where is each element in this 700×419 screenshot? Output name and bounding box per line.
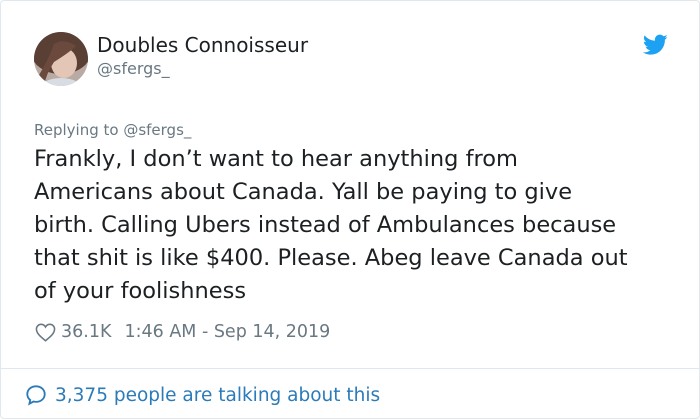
speech-bubble-icon xyxy=(26,385,46,406)
replying-to[interactable]: Replying to @sfergs_ xyxy=(34,119,191,141)
divider xyxy=(1,368,699,369)
tweet-meta: 36.1K 1:46 AM - Sep 14, 2019 xyxy=(35,319,330,345)
author-handle[interactable]: @sfergs_ xyxy=(97,59,170,79)
avatar[interactable] xyxy=(34,32,88,86)
like-count[interactable]: 36.1K xyxy=(61,322,111,342)
tweet-text: Frankly, I don’t want to hear anything f… xyxy=(34,146,628,304)
talking-about-label[interactable]: 3,375 people are talking about this xyxy=(55,385,380,406)
heart-icon[interactable] xyxy=(35,323,56,342)
tweet-timestamp[interactable]: 1:46 AM - Sep 14, 2019 xyxy=(124,322,330,342)
talking-about-link[interactable]: 3,375 people are talking about this xyxy=(25,381,380,409)
avatar-photo-icon xyxy=(34,32,88,86)
author-display-name[interactable]: Doubles Connoisseur xyxy=(97,32,308,58)
twitter-bird-icon[interactable] xyxy=(643,34,668,56)
tweet-card: Doubles Connoisseur @sfergs_ Replying to… xyxy=(0,0,700,419)
